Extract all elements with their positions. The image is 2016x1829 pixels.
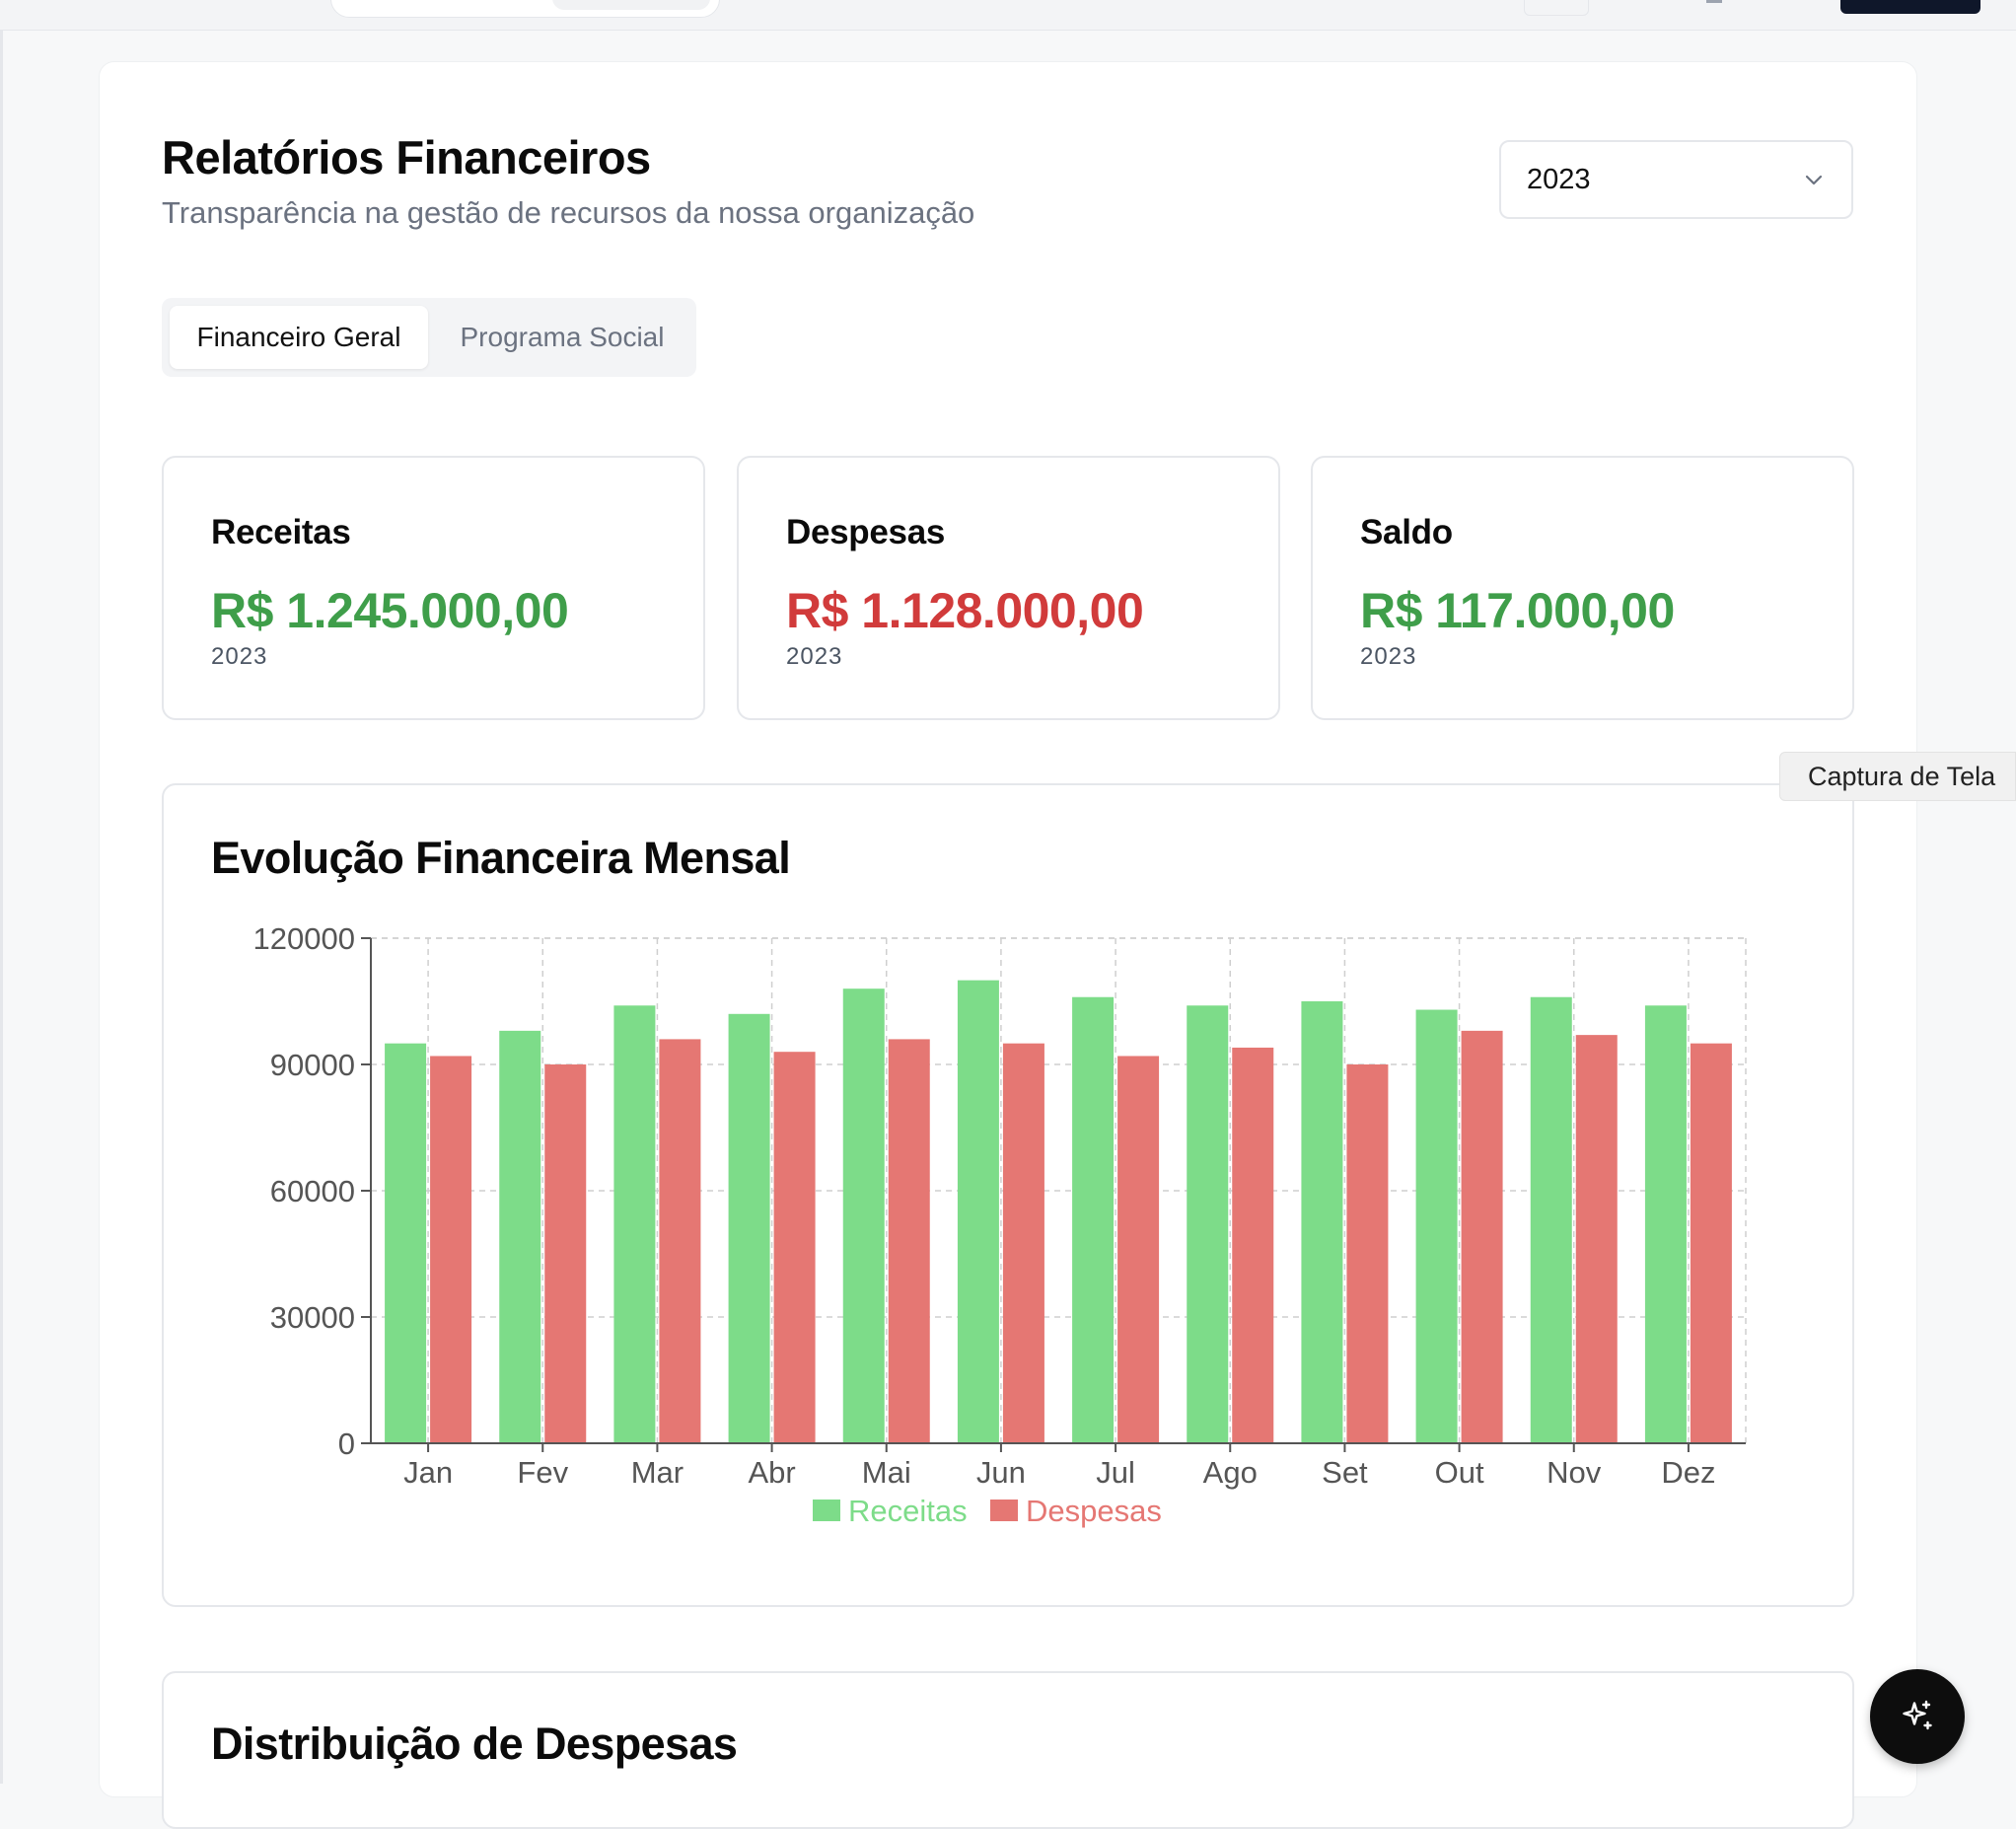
stat-year: 2023 [786, 643, 843, 670]
x-tick-label: Ago [1203, 1455, 1258, 1490]
bar-despesas-jan [430, 1056, 472, 1443]
bar-despesas-fev [544, 1064, 587, 1443]
nav-small-icon[interactable] [1706, 0, 1722, 3]
screenshot-tooltip: Captura de Tela [1779, 752, 2016, 801]
nav-square-button[interactable] [1524, 0, 1589, 16]
x-tick-label: Mai [862, 1455, 911, 1490]
report-tabs: Financeiro Geral Programa Social [162, 298, 696, 377]
y-tick-label: 30000 [270, 1300, 355, 1335]
stat-year: 2023 [1360, 643, 1417, 670]
chevron-down-icon [1805, 175, 1823, 185]
page-subtitle: Transparência na gestão de recursos da n… [162, 195, 975, 230]
x-tick-label: Out [1435, 1455, 1484, 1490]
bar-receitas-jan [385, 1043, 427, 1443]
legend-swatch-receitas [813, 1500, 840, 1521]
x-tick-label: Fev [517, 1455, 568, 1490]
bar-despesas-mai [888, 1039, 930, 1443]
y-tick-label: 90000 [270, 1048, 355, 1082]
y-tick-label: 0 [338, 1427, 355, 1461]
stat-label: Saldo [1360, 513, 1453, 551]
bar-despesas-ago [1232, 1047, 1274, 1443]
bar-receitas-out [1415, 1009, 1458, 1443]
bar-receitas-set [1301, 1001, 1343, 1443]
legend-label-despesas: Despesas [1026, 1494, 1162, 1528]
expense-distribution-card: Distribuição de Despesas [162, 1671, 1854, 1829]
stat-label: Receitas [211, 513, 351, 551]
x-tick-label: Jul [1096, 1455, 1135, 1490]
y-tick-label: 60000 [270, 1174, 355, 1208]
legend-label-receitas: Receitas [848, 1494, 968, 1528]
top-navigation-bar [0, 0, 2016, 31]
bar-despesas-set [1346, 1064, 1389, 1443]
stat-card-receitas: Receitas R$ 1.245.000,00 2023 [162, 456, 705, 720]
x-tick-label: Nov [1547, 1455, 1602, 1490]
left-divider [0, 31, 3, 1784]
nav-primary-button[interactable] [1840, 0, 1980, 14]
bar-despesas-nov [1575, 1035, 1618, 1443]
x-tick-label: Abr [748, 1455, 795, 1490]
bar-receitas-fev [499, 1030, 541, 1443]
bar-despesas-out [1461, 1030, 1503, 1443]
stat-card-despesas: Despesas R$ 1.128.000,00 2023 [737, 456, 1280, 720]
sparkles-icon [1903, 1700, 1932, 1730]
stat-value: R$ 1.128.000,00 [786, 583, 1144, 638]
bar-despesas-jun [1002, 1043, 1044, 1443]
bar-receitas-dez [1644, 1005, 1687, 1443]
bar-despesas-mar [659, 1039, 701, 1443]
year-select-value: 2023 [1527, 164, 1591, 195]
stat-value: R$ 1.245.000,00 [211, 583, 569, 638]
legend-swatch-despesas [990, 1500, 1018, 1521]
y-tick-label: 120000 [253, 921, 355, 956]
tab-programa-social[interactable]: Programa Social [434, 306, 690, 369]
monthly-chart-card: Evolução Financeira Mensal 0 30000 60000 90… [162, 783, 1854, 1607]
bar-receitas-ago [1187, 1005, 1229, 1443]
tab-financeiro-geral[interactable]: Financeiro Geral [170, 306, 428, 369]
bar-despesas-abr [773, 1052, 816, 1443]
x-tick-label: Jan [403, 1455, 453, 1490]
bar-receitas-abr [728, 1013, 770, 1443]
stat-value: R$ 117.000,00 [1360, 583, 1675, 638]
assistant-fab-button[interactable] [1870, 1669, 1965, 1764]
x-tick-label: Mar [631, 1455, 684, 1490]
bar-receitas-mai [842, 988, 885, 1443]
x-tick-label: Set [1322, 1455, 1368, 1490]
stat-card-saldo: Saldo R$ 117.000,00 2023 [1311, 456, 1854, 720]
stat-label: Despesas [786, 513, 946, 551]
stat-year: 2023 [211, 643, 268, 670]
x-tick-label: Jun [976, 1455, 1026, 1490]
bar-receitas-jun [957, 980, 999, 1443]
bar-receitas-jul [1072, 996, 1115, 1443]
bar-despesas-jul [1117, 1056, 1160, 1443]
section-title: Distribuição de Despesas [211, 1719, 738, 1769]
bar-receitas-mar [613, 1005, 656, 1443]
year-select[interactable]: 2023 [1499, 140, 1853, 219]
nav-pill-active[interactable] [552, 0, 710, 10]
bar-chart: 0 30000 60000 90000 120000 Jan Fev Mar Abr Mai Jun… [253, 921, 1747, 1528]
bar-receitas-nov [1530, 996, 1572, 1443]
bar-despesas-dez [1690, 1043, 1732, 1443]
page-title: Relatórios Financeiros [162, 131, 651, 183]
x-tick-label: Dez [1661, 1455, 1715, 1490]
